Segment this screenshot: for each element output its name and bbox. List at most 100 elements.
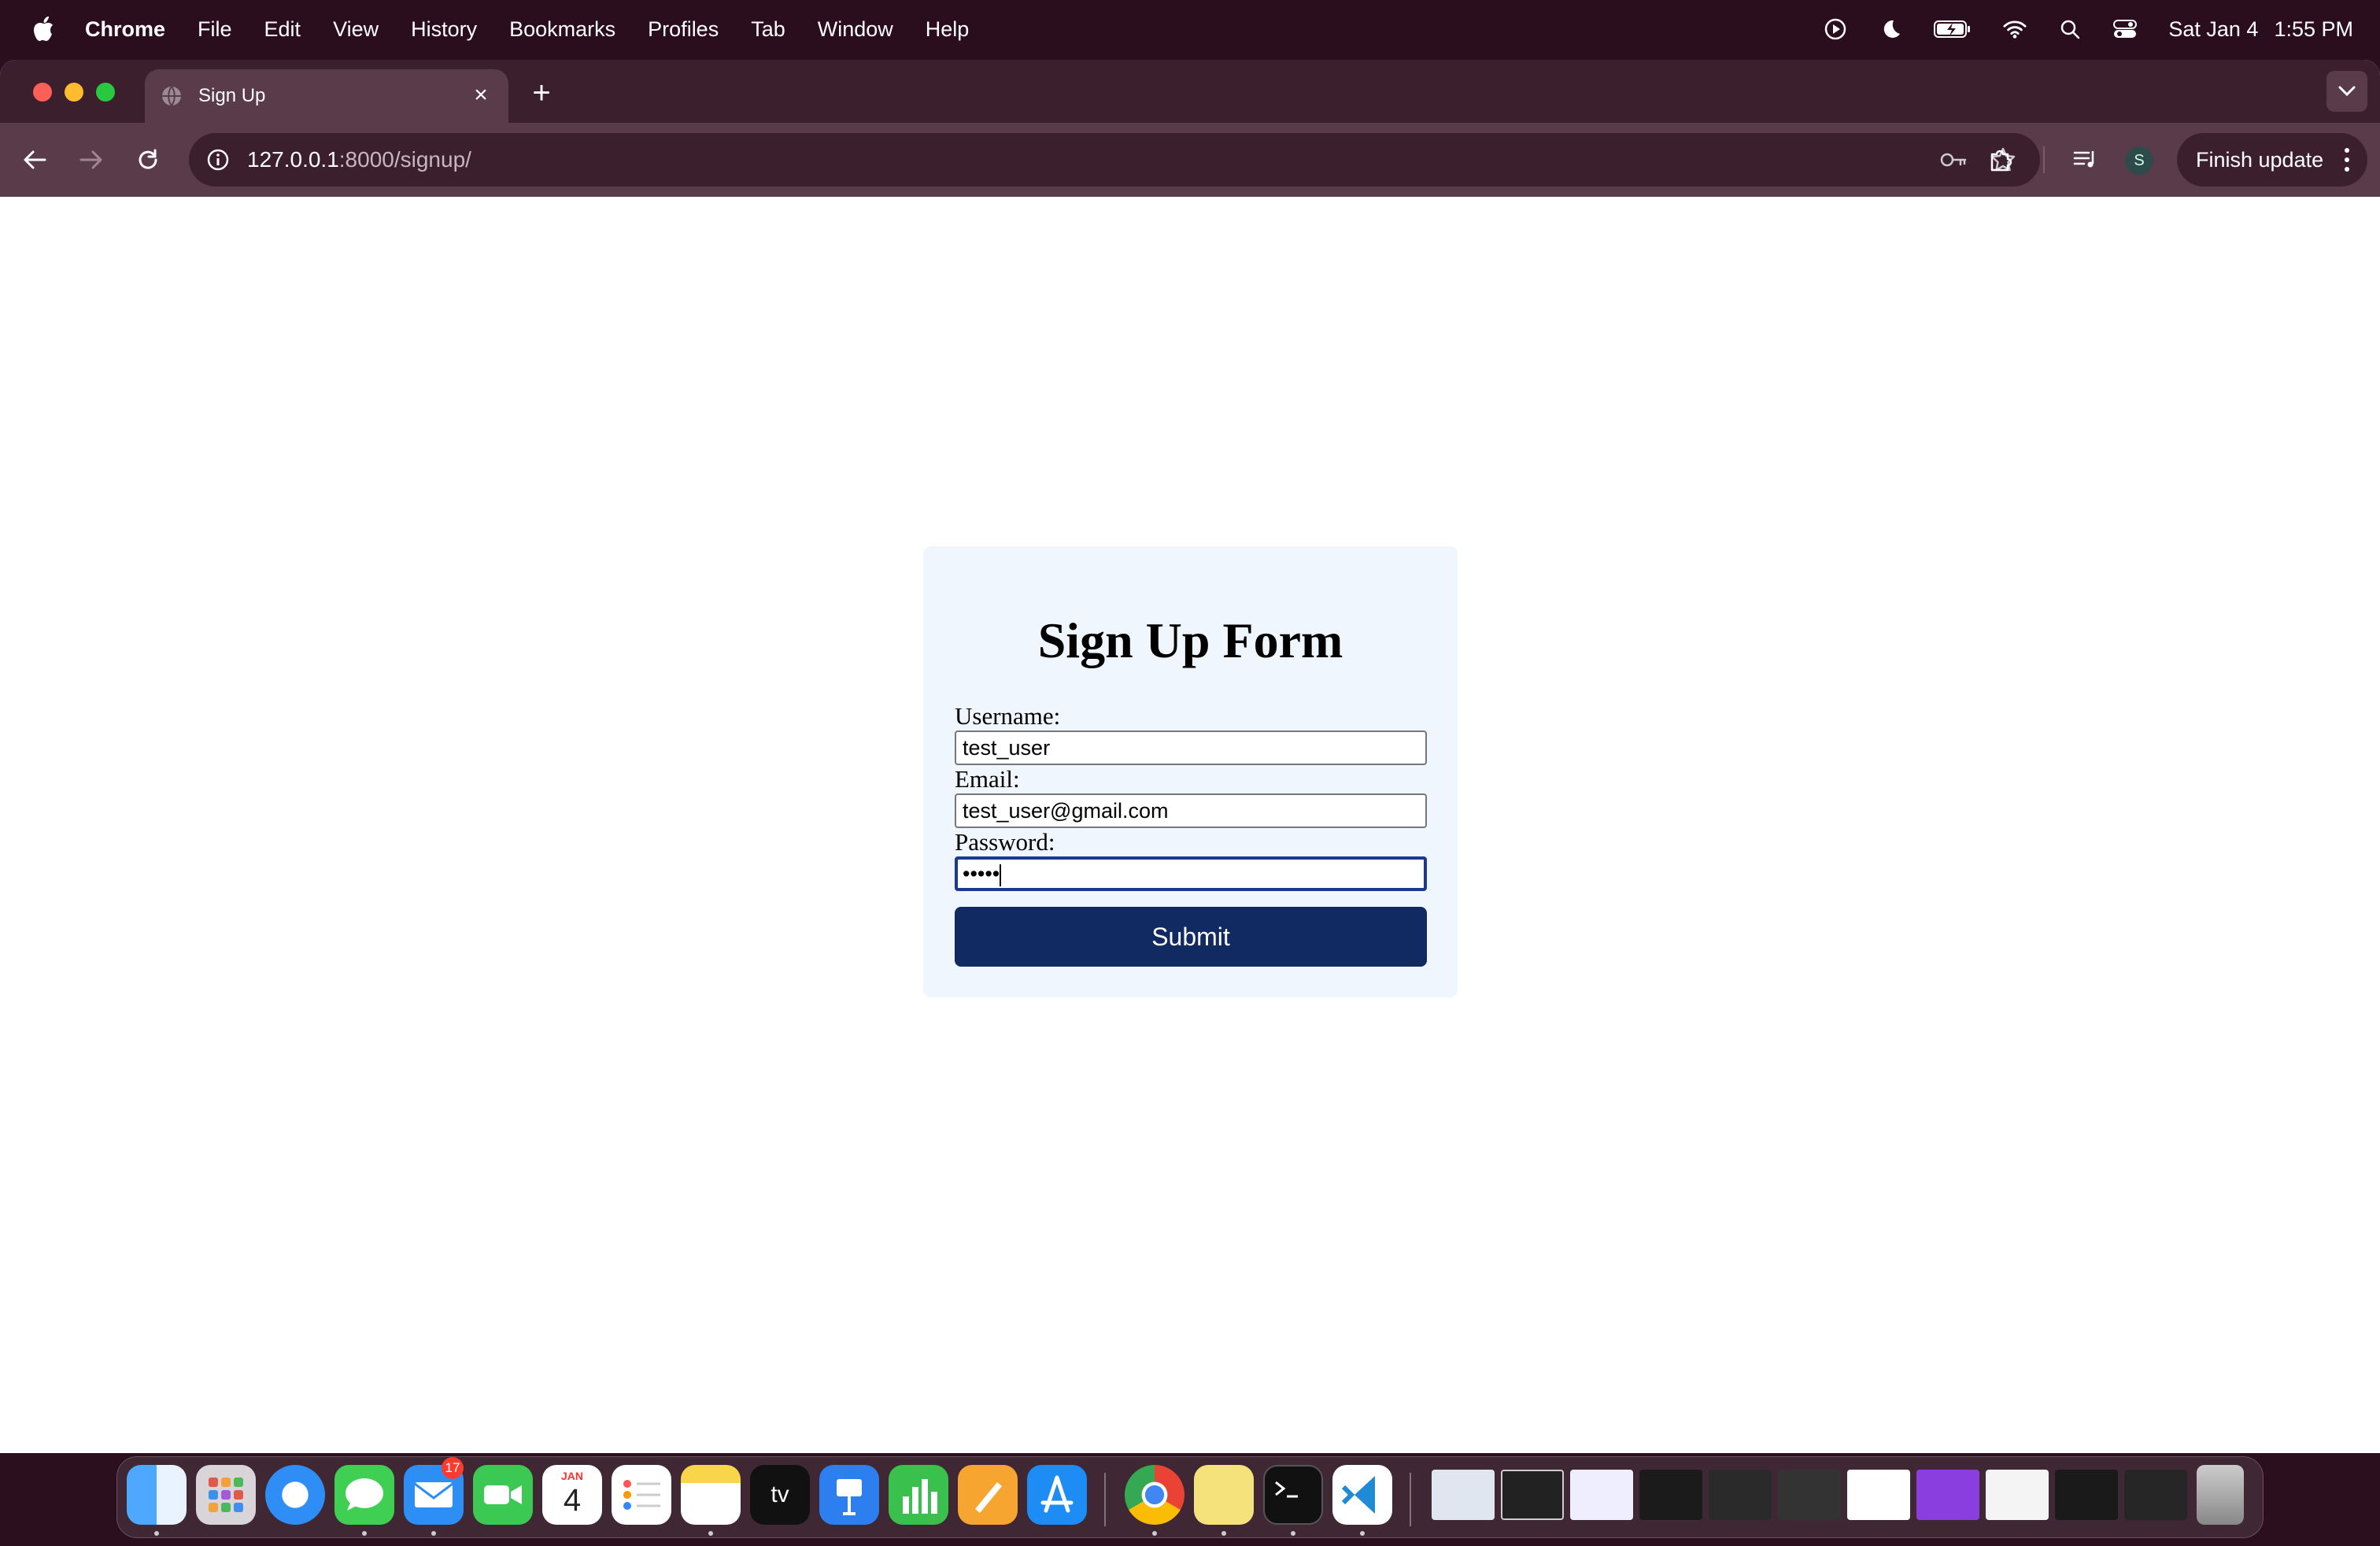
- messages-icon[interactable]: [334, 1465, 394, 1525]
- calendar-icon[interactable]: JAN 4: [542, 1465, 602, 1525]
- minimized-window-thumbnail[interactable]: [1916, 1470, 1979, 1520]
- minimized-window-thumbnail[interactable]: [1986, 1470, 2049, 1520]
- minimized-window-thumbnail[interactable]: [1639, 1470, 1702, 1520]
- menu-view[interactable]: View: [333, 17, 379, 42]
- menu-file[interactable]: File: [198, 17, 232, 42]
- vscode-icon[interactable]: [1332, 1465, 1392, 1525]
- trash-icon[interactable]: [2197, 1465, 2244, 1525]
- maximize-window-button[interactable]: [96, 83, 115, 102]
- safari-icon[interactable]: [265, 1465, 325, 1525]
- tab-sign-up[interactable]: Sign Up ×: [145, 69, 508, 123]
- keynote-icon[interactable]: [819, 1465, 879, 1525]
- close-tab-icon[interactable]: ×: [471, 83, 491, 107]
- facetime-icon[interactable]: [473, 1465, 533, 1525]
- playlist-icon: [2073, 151, 2094, 168]
- pages-icon[interactable]: [958, 1465, 1018, 1525]
- running-indicator: [1360, 1531, 1365, 1536]
- finder-icon[interactable]: [127, 1465, 187, 1525]
- battery-icon[interactable]: [1934, 17, 1972, 41]
- arrow-left-icon: [24, 150, 46, 169]
- minimized-window-thumbnail[interactable]: [1709, 1470, 1772, 1520]
- running-indicator: [362, 1531, 367, 1536]
- apple-tv-icon[interactable]: tv: [750, 1465, 810, 1525]
- tab-title: Sign Up: [198, 85, 266, 106]
- finish-update-label: Finish update: [2196, 147, 2324, 172]
- url-path: :8000/signup/: [338, 147, 471, 172]
- password-key-icon[interactable]: [1939, 148, 1968, 172]
- arrow-right-icon: [79, 150, 102, 169]
- calendar-day: 4: [563, 1483, 582, 1518]
- menu-edit[interactable]: Edit: [264, 17, 301, 42]
- minimized-window-thumbnail[interactable]: [1778, 1470, 1841, 1520]
- chrome-icon[interactable]: [1125, 1465, 1184, 1525]
- url-host: 127.0.0.1: [247, 147, 339, 172]
- menu-app-chrome[interactable]: Chrome: [85, 17, 165, 42]
- puzzle-icon: [1990, 150, 2012, 172]
- page-title: Sign Up Form: [1037, 612, 1343, 668]
- extensions-button[interactable]: [1985, 144, 2016, 176]
- dock: 17 JAN 4 tv: [116, 1456, 2264, 1538]
- profile-avatar[interactable]: S: [2125, 146, 2153, 175]
- minimized-window-thumbnail[interactable]: [1570, 1470, 1633, 1520]
- password-masked-value: •••••: [963, 862, 1000, 886]
- address-bar[interactable]: 127.0.0.1:8000/signup/: [189, 133, 2040, 187]
- notes-icon[interactable]: [681, 1465, 741, 1525]
- close-window-button[interactable]: [33, 83, 52, 102]
- mail-badge: 17: [442, 1457, 464, 1479]
- reload-icon: [139, 149, 157, 169]
- menu-bookmarks[interactable]: Bookmarks: [509, 17, 615, 42]
- back-button[interactable]: [19, 144, 50, 176]
- app-store-icon[interactable]: [1027, 1465, 1087, 1525]
- password-label: Password:: [955, 828, 1055, 856]
- minimized-window-thumbnail[interactable]: [2124, 1470, 2187, 1520]
- email-input[interactable]: test_user@gmail.com: [955, 793, 1427, 828]
- minimized-window-thumbnail[interactable]: [1432, 1470, 1495, 1520]
- toolbar-divider: [2043, 146, 2045, 173]
- signup-card: Sign Up Form Username: test_user Email: …: [923, 546, 1458, 997]
- play-circle-icon[interactable]: [1824, 17, 1847, 41]
- search-icon[interactable]: [2058, 17, 2082, 41]
- clock[interactable]: Sat Jan 4 1:55 PM: [2168, 17, 2353, 42]
- email-label: Email:: [955, 765, 1020, 793]
- minimize-window-button[interactable]: [65, 83, 83, 102]
- menu-bar: Chrome File Edit View History Bookmarks …: [0, 0, 2380, 58]
- menu-tab[interactable]: Tab: [751, 17, 785, 42]
- password-input[interactable]: •••••: [955, 856, 1427, 891]
- wifi-icon[interactable]: [2003, 17, 2027, 41]
- site-info-icon[interactable]: [206, 148, 230, 172]
- stickies-icon[interactable]: [1194, 1465, 1254, 1525]
- finish-update-button[interactable]: Finish update: [2177, 133, 2367, 187]
- new-tab-button[interactable]: +: [526, 77, 557, 109]
- minimized-window-thumbnail[interactable]: [1501, 1470, 1564, 1520]
- url-text: 127.0.0.1:8000/signup/: [247, 147, 471, 172]
- minimized-window-thumbnail[interactable]: [2055, 1470, 2118, 1520]
- running-indicator: [431, 1531, 436, 1536]
- submit-button[interactable]: Submit: [955, 907, 1427, 967]
- control-center-icon[interactable]: [2113, 17, 2138, 41]
- numbers-icon[interactable]: [889, 1465, 948, 1525]
- username-input[interactable]: test_user: [955, 730, 1427, 765]
- launchpad-icon[interactable]: [196, 1465, 256, 1525]
- web-page: Sign Up Form Username: test_user Email: …: [0, 197, 2380, 1453]
- menu-profiles[interactable]: Profiles: [648, 17, 719, 42]
- menu-window[interactable]: Window: [818, 17, 893, 42]
- menu-help[interactable]: Help: [926, 17, 970, 42]
- window-controls: [33, 83, 115, 102]
- tab-search-button[interactable]: [2326, 71, 2367, 112]
- running-indicator: [1152, 1531, 1157, 1536]
- media-controls-button[interactable]: [2070, 144, 2101, 176]
- menu-history[interactable]: History: [411, 17, 477, 42]
- reload-button[interactable]: [132, 144, 164, 176]
- chevron-down-icon: [2338, 86, 2356, 97]
- terminal-icon[interactable]: [1263, 1465, 1323, 1525]
- running-indicator: [1221, 1531, 1226, 1536]
- date-label: Sat Jan 4: [2168, 17, 2259, 41]
- forward-button[interactable]: [76, 144, 107, 176]
- moon-icon[interactable]: [1879, 17, 1902, 41]
- minimized-window-thumbnail[interactable]: [1847, 1470, 1910, 1520]
- reminders-icon[interactable]: [612, 1465, 671, 1525]
- signup-form: Username: test_user Email: test_user@gma…: [955, 702, 1427, 967]
- apple-icon[interactable]: [31, 16, 55, 43]
- globe-icon: [162, 86, 181, 106]
- browser-window: Sign Up × + 127.0.0.1:8000/signup/ S Fin…: [0, 60, 2380, 1453]
